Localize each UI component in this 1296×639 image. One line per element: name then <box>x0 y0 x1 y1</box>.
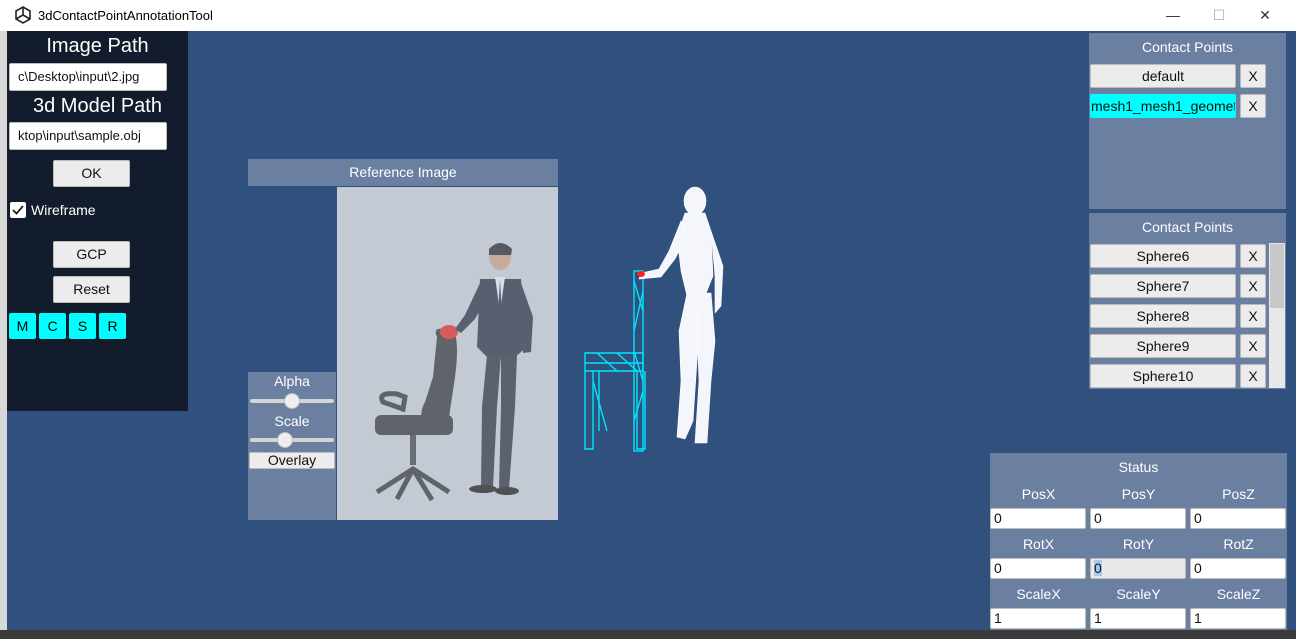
scale-slider-handle[interactable] <box>277 432 293 448</box>
remove-sphere7-button[interactable]: X <box>1240 274 1266 298</box>
remove-sphere8-button[interactable]: X <box>1240 304 1266 328</box>
minimize-button[interactable]: — <box>1150 0 1196 31</box>
scrollbar-thumb[interactable] <box>1270 244 1284 308</box>
remove-sphere10-button[interactable]: X <box>1240 364 1266 388</box>
alpha-slider-handle[interactable] <box>284 393 300 409</box>
mode-r-button[interactable]: R <box>99 313 126 339</box>
scalez-input[interactable]: 1 <box>1190 608 1286 629</box>
app-window: 3dContactPointAnnotationTool — ☐ ✕ Image… <box>0 0 1296 639</box>
background-window-edge <box>0 31 7 639</box>
posz-label: PosZ <box>1222 486 1255 502</box>
contact-point-sphere7[interactable]: Sphere7 <box>1090 274 1236 298</box>
scale-label: Scale <box>274 413 310 429</box>
remove-mesh-button[interactable]: X <box>1240 94 1266 118</box>
scaley-label: ScaleY <box>1116 586 1161 602</box>
mode-s-button[interactable]: S <box>69 313 96 339</box>
posx-input[interactable]: 0 <box>990 508 1086 529</box>
taskbar-edge <box>0 630 1296 639</box>
wireframe-chair-model <box>584 270 646 452</box>
model-path-input[interactable]: ktop\input\sample.obj <box>9 122 167 150</box>
reset-button[interactable]: Reset <box>53 276 130 303</box>
status-title: Status <box>1118 459 1159 475</box>
remove-sphere6-button[interactable]: X <box>1240 244 1266 268</box>
gcp-button[interactable]: GCP <box>53 241 130 268</box>
mode-c-button[interactable]: C <box>39 313 66 339</box>
alpha-slider[interactable] <box>250 393 334 409</box>
alpha-label: Alpha <box>274 373 310 389</box>
posz-input[interactable]: 0 <box>1190 508 1286 529</box>
contact-points-title-bottom: Contact Points <box>1141 219 1234 235</box>
contact-point-sphere8[interactable]: Sphere8 <box>1090 304 1236 328</box>
rotx-label: RotX <box>1022 536 1055 552</box>
scene-viewport[interactable]: Image Path c\Desktop\input\2.jpg 3d Mode… <box>7 31 1296 630</box>
left-panel: Image Path c\Desktop\input\2.jpg 3d Mode… <box>7 31 188 411</box>
contact-points-scrollbar[interactable] <box>1269 243 1285 388</box>
status-panel: Status PosX PosY PosZ 0 0 0 RotX RotY Ro… <box>990 453 1287 630</box>
posy-input[interactable]: 0 <box>1090 508 1186 529</box>
wireframe-label: Wireframe <box>31 202 96 218</box>
close-button[interactable]: ✕ <box>1242 0 1288 31</box>
contact-point-default[interactable]: default <box>1090 64 1236 88</box>
rotx-input[interactable]: 0 <box>990 558 1086 579</box>
roty-selected-text: 0 <box>1094 560 1102 576</box>
scale-slider[interactable] <box>250 432 334 448</box>
overlay-button[interactable]: Overlay <box>249 452 335 469</box>
reference-image-header: Reference Image <box>248 159 558 186</box>
scalez-label: ScaleZ <box>1216 586 1261 602</box>
scaley-input[interactable]: 1 <box>1090 608 1186 629</box>
maximize-button[interactable]: ☐ <box>1196 0 1242 31</box>
checkmark-icon <box>12 205 24 215</box>
posx-label: PosX <box>1021 486 1056 502</box>
contact-points-panel-bottom: Contact Points Sphere6 X Sphere7 X Spher… <box>1089 213 1286 389</box>
mode-m-button[interactable]: M <box>9 313 36 339</box>
roty-label: RotY <box>1122 536 1155 552</box>
remove-sphere9-button[interactable]: X <box>1240 334 1266 358</box>
rotz-label: RotZ <box>1223 536 1254 552</box>
model-path-label: 3d Model Path <box>33 95 162 117</box>
3d-model-viewport-render[interactable] <box>577 181 737 453</box>
image-path-label: Image Path <box>46 35 149 57</box>
wireframe-checkbox[interactable] <box>10 202 26 218</box>
wireframe-human-model <box>638 186 724 444</box>
title-bar: 3dContactPointAnnotationTool — ☐ ✕ <box>0 0 1296 32</box>
image-path-input[interactable]: c\Desktop\input\2.jpg <box>9 63 167 91</box>
unity-logo-icon <box>15 6 31 24</box>
contact-points-panel-top: Contact Points default X mesh1_mesh1_geo… <box>1089 33 1286 209</box>
remove-default-button[interactable]: X <box>1240 64 1266 88</box>
posy-label: PosY <box>1121 486 1156 502</box>
reference-photo-person-chair <box>337 187 558 520</box>
reference-image <box>337 187 558 520</box>
contact-point-sphere9[interactable]: Sphere9 <box>1090 334 1236 358</box>
contact-points-title-top: Contact Points <box>1141 39 1234 55</box>
rotz-input[interactable]: 0 <box>1190 558 1286 579</box>
window-title: 3dContactPointAnnotationTool <box>38 8 213 23</box>
contact-point-mesh[interactable]: mesh1_mesh1_geometry <box>1090 94 1236 118</box>
roty-input[interactable]: 0 <box>1090 558 1186 579</box>
overlay-controls-panel: Alpha Scale Overlay <box>248 372 336 520</box>
ok-button[interactable]: OK <box>53 160 130 187</box>
scalex-input[interactable]: 1 <box>990 608 1086 629</box>
scalex-label: ScaleX <box>1016 586 1061 602</box>
contact-point-sphere10[interactable]: Sphere10 <box>1090 364 1236 388</box>
contact-point-sphere6[interactable]: Sphere6 <box>1090 244 1236 268</box>
